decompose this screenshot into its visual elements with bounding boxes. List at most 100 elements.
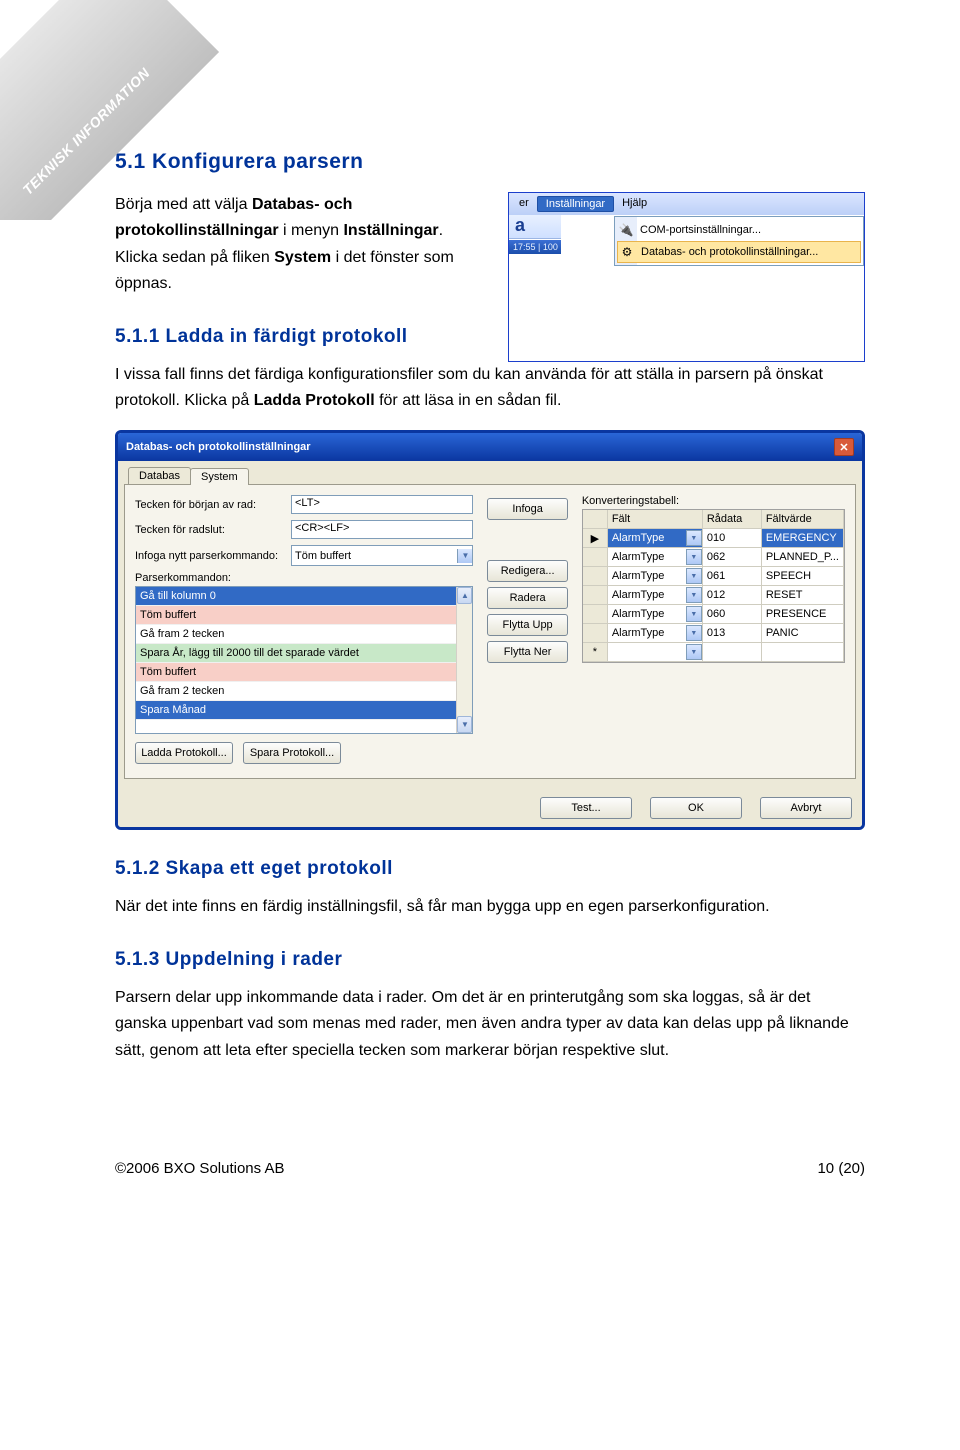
dropdown-menu: 🔌 COM-portsinställningar... ⚙ Databas- o… [614, 216, 864, 266]
cell-faltvarde[interactable]: PLANNED_P... [762, 548, 844, 567]
close-button[interactable]: ✕ [834, 438, 854, 456]
col-header: Fält [608, 510, 703, 529]
row-header [583, 548, 608, 567]
load-protocol-button[interactable]: Ladda Protokoll... [135, 742, 233, 764]
chevron-down-icon[interactable]: ▼ [686, 606, 702, 622]
cell-falt[interactable]: AlarmType▼ [608, 548, 703, 567]
menubar-item-hjalp[interactable]: Hjälp [614, 196, 655, 212]
table-row[interactable]: ▶AlarmType▼010EMERGENCY [583, 529, 844, 548]
table-row[interactable]: AlarmType▼013PANIC [583, 624, 844, 643]
cell-radata[interactable]: 013 [703, 624, 762, 643]
cell-falt[interactable]: AlarmType▼ [608, 586, 703, 605]
list-item[interactable]: Gå till kolumn 0 [136, 587, 472, 606]
table-row-new[interactable]: *▼ [583, 643, 844, 662]
subsection-heading: 5.1.3 Uppdelning i rader [115, 949, 865, 971]
list-item[interactable]: Töm buffert [136, 606, 472, 625]
cell-radata[interactable]: 012 [703, 586, 762, 605]
tab-system[interactable]: System [190, 468, 249, 485]
label: Tecken för början av rad: [135, 499, 285, 511]
row-header [583, 624, 608, 643]
menu-item-com[interactable]: 🔌 COM-portsinställningar... [615, 219, 863, 241]
table-row[interactable]: AlarmType▼012RESET [583, 586, 844, 605]
dialog-window: Databas- och protokollinställningar ✕ Da… [115, 430, 865, 830]
subsection-heading: 5.1.1 Ladda in färdigt protokoll [115, 326, 488, 348]
cell-falt[interactable]: AlarmType▼ [608, 567, 703, 586]
cell-radata[interactable]: 060 [703, 605, 762, 624]
menu-item-label: COM-portsinställningar... [640, 224, 761, 236]
col-header: Fältvärde [762, 510, 844, 529]
save-protocol-button[interactable]: Spara Protokoll... [243, 742, 341, 764]
cell-faltvarde[interactable]: PRESENCE [762, 605, 844, 624]
cell-falt[interactable]: AlarmType▼ [608, 624, 703, 643]
menubar-item-installningar[interactable]: Inställningar [537, 196, 614, 212]
paragraph: I vissa fall finns det färdiga konfigura… [115, 362, 865, 415]
row-header: ▶ [583, 529, 608, 548]
list-item[interactable]: Töm buffert [136, 663, 472, 682]
label: Konverteringstabell: [582, 495, 845, 507]
scrollbar[interactable]: ▲ ▼ [456, 587, 472, 733]
scroll-down-icon[interactable]: ▼ [457, 716, 472, 733]
cell-radata[interactable]: 061 [703, 567, 762, 586]
intro-paragraph: Börja med att välja Databas- och protoko… [115, 192, 488, 298]
input-row-start[interactable]: <LT> [291, 495, 473, 514]
redigera-button[interactable]: Redigera... [487, 560, 567, 582]
page-number: 10 (20) [817, 1160, 865, 1177]
page-footer: ©2006 BXO Solutions AB 10 (20) [0, 1120, 960, 1197]
label: Parserkommandon: [135, 572, 473, 584]
table-row[interactable]: AlarmType▼062PLANNED_P... [583, 548, 844, 567]
menubar: er Inställningar Hjälp [509, 193, 864, 215]
label: Tecken för radslut: [135, 524, 285, 536]
cell-radata[interactable]: 010 [703, 529, 762, 548]
label: Infoga nytt parserkommando: [135, 550, 285, 562]
list-item[interactable]: Gå fram 2 tecken [136, 625, 472, 644]
gear-icon: ⚙ [619, 244, 635, 260]
cell-faltvarde[interactable]: RESET [762, 586, 844, 605]
plug-icon: 🔌 [618, 222, 634, 238]
scroll-up-icon[interactable]: ▲ [457, 587, 472, 604]
ok-button[interactable]: OK [650, 797, 742, 819]
close-icon: ✕ [839, 441, 848, 454]
chevron-down-icon[interactable]: ▼ [686, 568, 702, 584]
tab-databas[interactable]: Databas [128, 467, 191, 484]
parser-command-list[interactable]: Gå till kolumn 0Töm buffertGå fram 2 tec… [135, 586, 473, 734]
cell-falt[interactable]: AlarmType▼ [608, 605, 703, 624]
table-row[interactable]: AlarmType▼060PRESENCE [583, 605, 844, 624]
cell-radata[interactable]: 062 [703, 548, 762, 567]
logo-fragment: a [509, 215, 531, 238]
subsection-heading: 5.1.2 Skapa ett eget protokoll [115, 858, 865, 880]
table-row[interactable]: AlarmType▼061SPEECH [583, 567, 844, 586]
radera-button[interactable]: Radera [487, 587, 567, 609]
chevron-down-icon[interactable]: ▼ [686, 530, 702, 546]
infoga-button[interactable]: Infoga [487, 498, 567, 520]
cell-faltvarde[interactable]: SPEECH [762, 567, 844, 586]
cell-faltvarde[interactable]: PANIC [762, 624, 844, 643]
chevron-down-icon[interactable]: ▼ [686, 644, 702, 660]
list-item[interactable]: Spara Månad [136, 701, 472, 720]
row-header [583, 586, 608, 605]
list-item[interactable]: Gå fram 2 tecken [136, 682, 472, 701]
row-header [583, 567, 608, 586]
list-item[interactable]: Spara År, lägg till 2000 till det sparad… [136, 644, 472, 663]
dialog-title: Databas- och protokollinställningar [126, 441, 311, 453]
test-button[interactable]: Test... [540, 797, 632, 819]
menu-item-databas[interactable]: ⚙ Databas- och protokollinställningar... [617, 241, 861, 263]
cell-falt[interactable]: AlarmType▼ [608, 529, 703, 548]
flytta-ner-button[interactable]: Flytta Ner [487, 641, 567, 663]
input-row-end[interactable]: <CR><LF> [291, 520, 473, 539]
chevron-down-icon[interactable]: ▼ [686, 587, 702, 603]
conversion-table[interactable]: Fält Rådata Fältvärde ▶AlarmType▼010EMER… [582, 509, 845, 663]
paragraph: När det inte finns en färdig inställning… [115, 894, 865, 920]
select-new-command[interactable]: Töm buffert ▼ [291, 545, 473, 566]
table-header-row: Fält Rådata Fältvärde [583, 510, 844, 529]
menu-screenshot: er Inställningar Hjälp a 17:55 | 100 🔌 C… [508, 192, 865, 362]
row-header: * [583, 643, 608, 662]
chevron-down-icon[interactable]: ▼ [686, 625, 702, 641]
menu-item-label: Databas- och protokollinställningar... [641, 246, 818, 258]
status-strip: 17:55 | 100 [509, 240, 561, 254]
avbryt-button[interactable]: Avbryt [760, 797, 852, 819]
flytta-upp-button[interactable]: Flytta Upp [487, 614, 567, 636]
chevron-down-icon[interactable]: ▼ [686, 549, 702, 565]
paragraph: Parsern delar upp inkommande data i rade… [115, 985, 865, 1064]
row-header [583, 605, 608, 624]
cell-faltvarde[interactable]: EMERGENCY [762, 529, 844, 548]
